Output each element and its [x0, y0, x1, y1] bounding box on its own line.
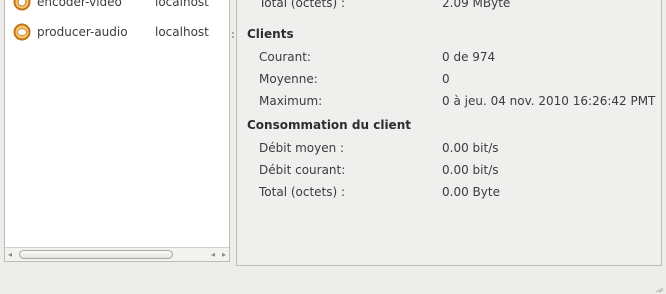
stream-icon [13, 23, 31, 41]
property-row: Total (octets) : 0.00 Byte [237, 182, 661, 202]
property-label: Débit courant: [259, 163, 346, 177]
property-row: Moyenne: 0 [237, 69, 661, 89]
property-label: Moyenne: [259, 72, 318, 86]
property-label: Débit moyen : [259, 141, 345, 155]
scrollbar-thumb[interactable] [19, 250, 173, 259]
list-item[interactable]: encoder-video localhost [5, 0, 229, 13]
property-label: Maximum: [259, 94, 323, 108]
resize-grip-icon[interactable] [654, 282, 664, 293]
property-value: 0.00 bit/s [442, 163, 499, 177]
property-value: 0.00 bit/s [442, 141, 499, 155]
property-label: Courant: [259, 50, 311, 64]
pane-splitter-handle[interactable] [231, 30, 235, 40]
property-row: Maximum: 0 à jeu. 04 nov. 2010 16:26:42 … [237, 91, 661, 111]
property-row: Courant: 0 de 974 [237, 47, 661, 67]
scroll-right-arrow-icon[interactable]: ▸ [222, 250, 226, 260]
property-label: Total (octets) : [259, 185, 346, 199]
property-value: 2.09 MByte [442, 0, 511, 10]
property-value: 0 de 974 [442, 50, 496, 64]
property-value: 0 à jeu. 04 nov. 2010 16:26:42 PMT [442, 94, 656, 108]
stream-icon [13, 0, 31, 11]
property-row: Total (octets) : 2.09 MByte [237, 0, 661, 13]
property-row: Débit courant: 0.00 bit/s [237, 160, 661, 180]
window: encoder-video localhost producer-audio l… [0, 0, 666, 294]
property-label: Total (octets) : [259, 0, 346, 10]
property-value: 0.00 Byte [442, 185, 500, 199]
section-title-client-consumption: Consommation du client [247, 118, 411, 132]
stream-name: producer-audio [37, 25, 128, 39]
property-value: 0 [442, 72, 450, 86]
horizontal-scrollbar[interactable]: ◂ ◂ ▸ [5, 247, 229, 261]
scroll-left-arrow-icon[interactable]: ◂ [8, 250, 12, 260]
properties-panel: Total (octets) : 2.09 MByte Clients Cour… [236, 0, 662, 266]
stream-list[interactable]: encoder-video localhost producer-audio l… [4, 0, 230, 262]
section-title-clients: Clients [247, 27, 294, 41]
scroll-left-inner-arrow-icon[interactable]: ◂ [211, 250, 215, 260]
list-item[interactable]: producer-audio localhost [5, 21, 229, 43]
stream-host: localhost [155, 25, 209, 39]
property-row: Débit moyen : 0.00 bit/s [237, 138, 661, 158]
stream-host: localhost [155, 0, 209, 9]
stream-name: encoder-video [37, 0, 122, 9]
